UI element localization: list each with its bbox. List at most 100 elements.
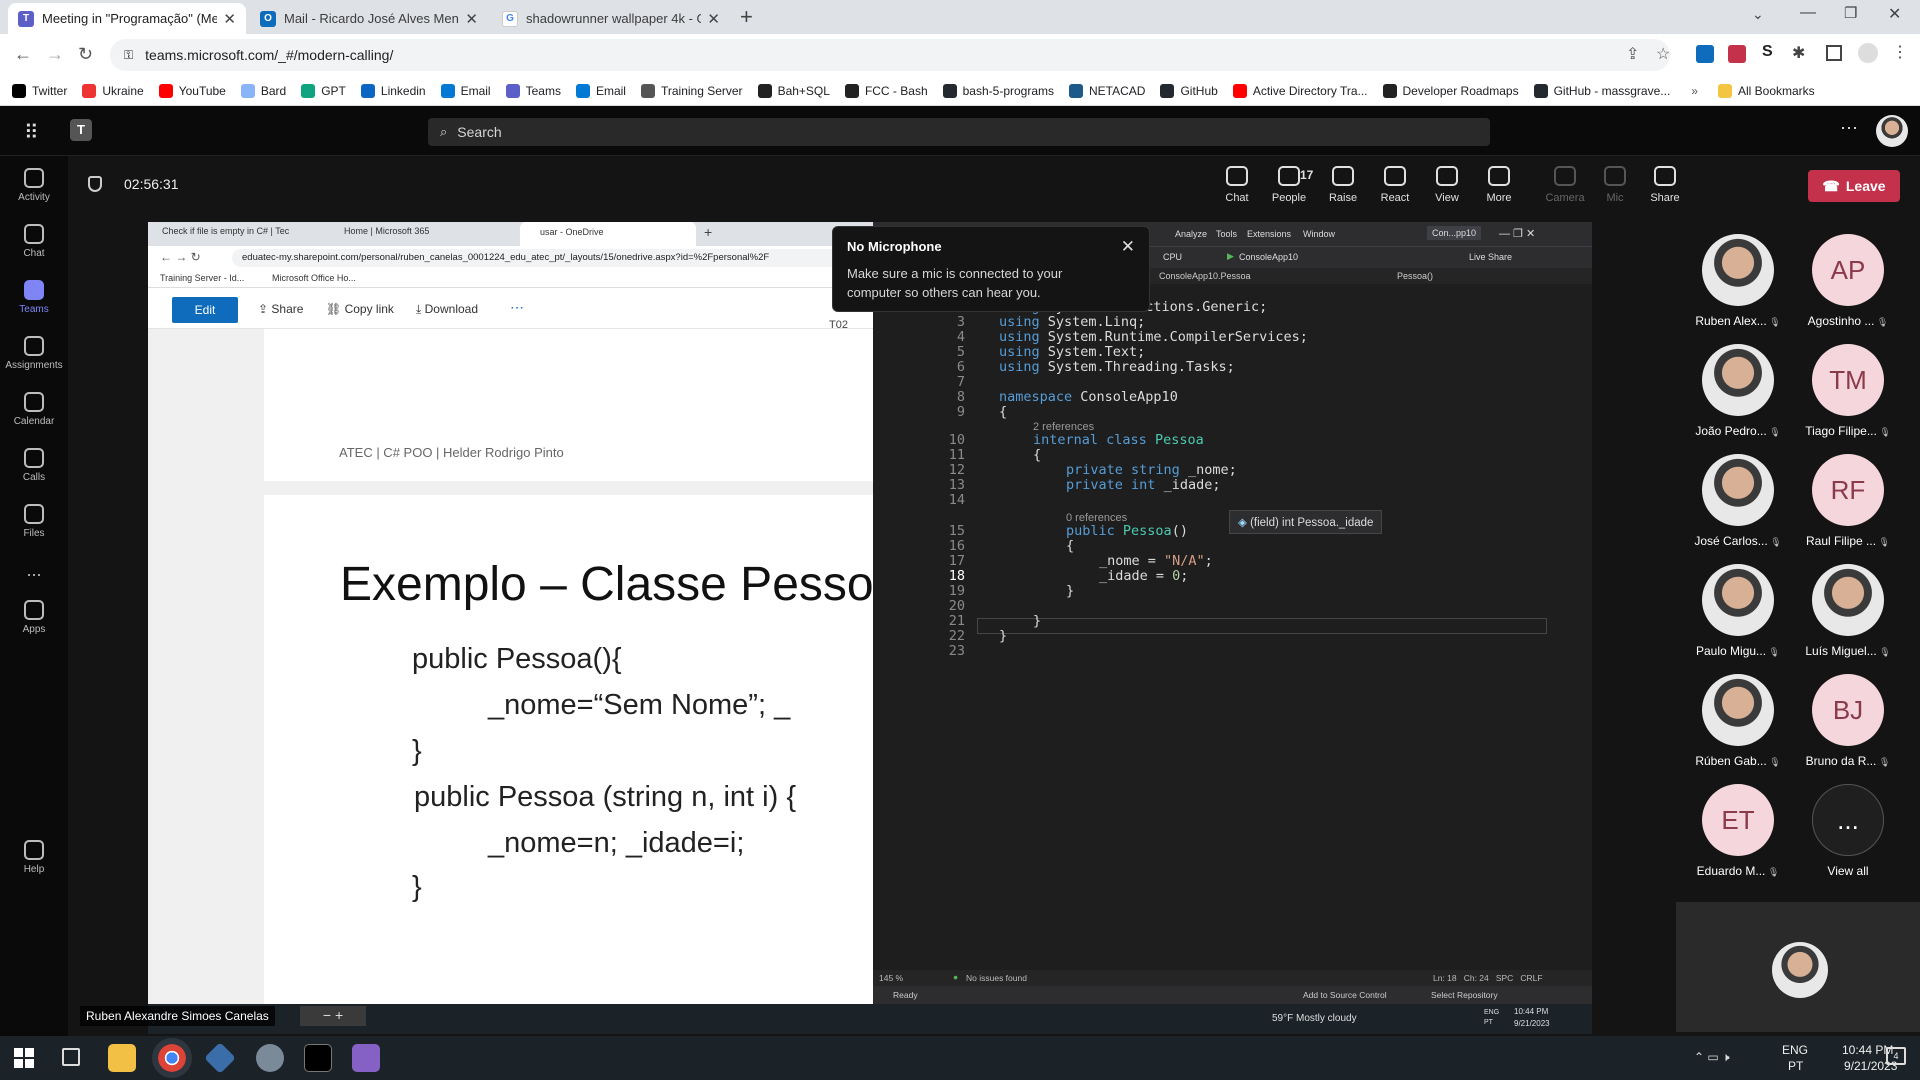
bookmark-item[interactable]: Training Server [640,83,743,98]
rail-item-help[interactable]: Help [0,840,68,875]
settings-more-icon[interactable]: ⋯ [1840,118,1858,139]
address-bar[interactable]: ⚿ teams.microsoft.com/_#/modern-calling/ [110,39,1670,71]
bookmark-item[interactable]: Email [440,83,491,98]
participant-initials: AP [1812,234,1884,306]
back-icon[interactable]: ← [14,44,32,65]
participant-tile[interactable]: Ruben Alex... 🎙 [1688,234,1788,328]
rail-item-calendar[interactable]: Calendar [0,392,68,427]
virtualbox-icon[interactable] [204,1042,236,1074]
participant-tile[interactable]: Paulo Migu... 🎙 [1688,564,1788,658]
chat-button[interactable]: Chat [1212,166,1262,204]
view-button[interactable]: View [1422,166,1472,204]
tab-search-icon[interactable]: ⌄ [1752,6,1764,23]
rail-item-assignments[interactable]: Assignments [0,336,68,371]
extension-icon[interactable]: S [1762,43,1773,61]
participant-tile[interactable]: João Pedro... 🎙 [1688,344,1788,438]
participant-tile[interactable]: AP Agostinho ... 🎙 [1798,234,1898,328]
share-page-icon[interactable]: ⇪ [1626,44,1639,64]
bookmark-item[interactable]: NETACAD [1069,83,1145,98]
participant-tile[interactable]: Rúben Gab... 🎙 [1688,674,1788,768]
more-button[interactable]: More [1474,166,1524,204]
bookmark-item[interactable]: bash-5-programs [942,83,1054,98]
people-button[interactable]: 17 People [1264,166,1314,204]
bookmark-item[interactable]: Twitter [12,83,67,98]
bookmark-item[interactable]: YouTube [158,83,226,98]
bookmark-item[interactable]: FCC - Bash [844,83,928,98]
restore-button[interactable]: ❐ [1844,4,1857,22]
participant-tile[interactable]: José Carlos... 🎙 [1688,454,1788,548]
more-icon: ⋯ [510,299,524,315]
tab-teams-meeting[interactable]: T Meeting in "Programação" (Meet ✕ [8,3,246,34]
app-launcher-icon[interactable]: ⠿ [24,120,40,145]
bookmark-item[interactable]: GPT [301,83,346,98]
close-tab-icon[interactable]: ✕ [465,10,478,28]
bookmark-item[interactable]: Linkedin [360,83,426,98]
rail-item-[interactable]: ... [0,560,68,581]
bookmark-item[interactable]: Bah+SQL [757,83,830,98]
close-tab-icon[interactable]: ✕ [707,10,720,28]
participant-tile[interactable]: ... View all [1798,784,1898,878]
new-tab-button[interactable]: + [740,4,753,30]
participant-tile[interactable]: BJ Bruno da R... 🎙 [1798,674,1898,768]
bookmark-item[interactable]: Bard [240,83,286,98]
minimize-button[interactable]: — [1800,4,1816,22]
bookmark-item[interactable]: Teams [505,83,561,98]
close-window-button[interactable]: ✕ [1888,4,1901,24]
bookmark-item[interactable]: Developer Roadmaps [1382,83,1519,98]
app-icon[interactable] [256,1044,284,1072]
rail-item-teams[interactable]: Teams [0,280,68,315]
bookmark-item[interactable]: Active Directory Tra... [1232,83,1368,98]
bookmark-item[interactable]: GitHub - massgrave... [1533,83,1670,98]
task-view-icon[interactable] [62,1048,80,1066]
close-tab-icon[interactable]: ✕ [223,10,236,28]
close-toast-icon[interactable]: ✕ [1121,237,1135,257]
chrome-menu-icon[interactable]: ⋮ [1892,42,1908,62]
bookmark-item[interactable]: Email [575,83,626,98]
participant-tile[interactable]: RF Raul Filipe ... 🎙 [1798,454,1898,548]
forward-icon[interactable]: → [46,44,64,65]
react-button[interactable]: React [1370,166,1420,204]
mic-button[interactable]: Mic [1590,166,1640,204]
extension-icon[interactable] [1728,45,1746,63]
outlook-icon: O [260,10,276,27]
user-avatar[interactable] [1876,115,1908,147]
notification-center-icon[interactable]: 4 [1886,1047,1906,1065]
leave-button[interactable]: ☎ Leave [1808,170,1900,202]
rail-item-files[interactable]: Files [0,504,68,539]
bookmark-star-icon[interactable]: ☆ [1656,44,1670,64]
bookmark-label: Active Directory Tra... [1252,83,1368,98]
search-input[interactable]: ⌕ Search [428,118,1490,146]
file-explorer-icon[interactable] [108,1044,136,1072]
more-bookmarks-icon[interactable]: » [1691,84,1698,98]
zoom-controls[interactable]: − + [300,1006,366,1026]
terminal-icon[interactable] [304,1044,332,1072]
rail-item-chat[interactable]: Chat [0,224,68,259]
all-bookmarks[interactable]: All Bookmarks [1717,83,1815,98]
windows-start-icon[interactable] [14,1048,34,1068]
tray-icons[interactable]: ⌃ ▭ 🕨 [1694,1050,1730,1065]
share-button[interactable]: Share [1640,166,1690,204]
raise-button[interactable]: Raise [1318,166,1368,204]
side-panel-icon[interactable] [1826,45,1842,61]
mic-muted-icon: 🎙 [1876,647,1891,657]
site-info-icon[interactable]: ⚿ [124,48,133,63]
participant-tile[interactable]: ET Eduardo M... 🎙 [1688,784,1788,878]
rail-item-activity[interactable]: Activity [0,168,68,203]
bookmark-item[interactable]: Ukraine [82,83,144,98]
participant-tile[interactable]: TM Tiago Filipe... 🎙 [1798,344,1898,438]
camera-button[interactable]: Camera [1540,166,1590,204]
reload-icon[interactable]: ↻ [78,44,93,65]
lang-indicator[interactable]: ENG [1782,1043,1808,1057]
visual-studio-icon[interactable] [352,1044,380,1072]
extension-icon[interactable] [1696,45,1714,63]
bookmark-item[interactable]: GitHub [1160,83,1218,98]
chrome-icon[interactable] [152,1038,192,1078]
rail-item-calls[interactable]: Calls [0,448,68,483]
tab-mail[interactable]: O Mail - Ricardo José Alves Mende ✕ [250,3,488,34]
rail-item-apps[interactable]: Apps [0,600,68,635]
participant-tile[interactable]: Luís Miguel... 🎙 [1798,564,1898,658]
line-number: 12 [948,462,965,478]
tab-google-search[interactable]: G shadowrunner wallpaper 4k - Go ✕ [492,3,730,34]
profile-avatar[interactable] [1858,43,1878,63]
extensions-puzzle-icon[interactable]: ✱ [1792,43,1805,63]
